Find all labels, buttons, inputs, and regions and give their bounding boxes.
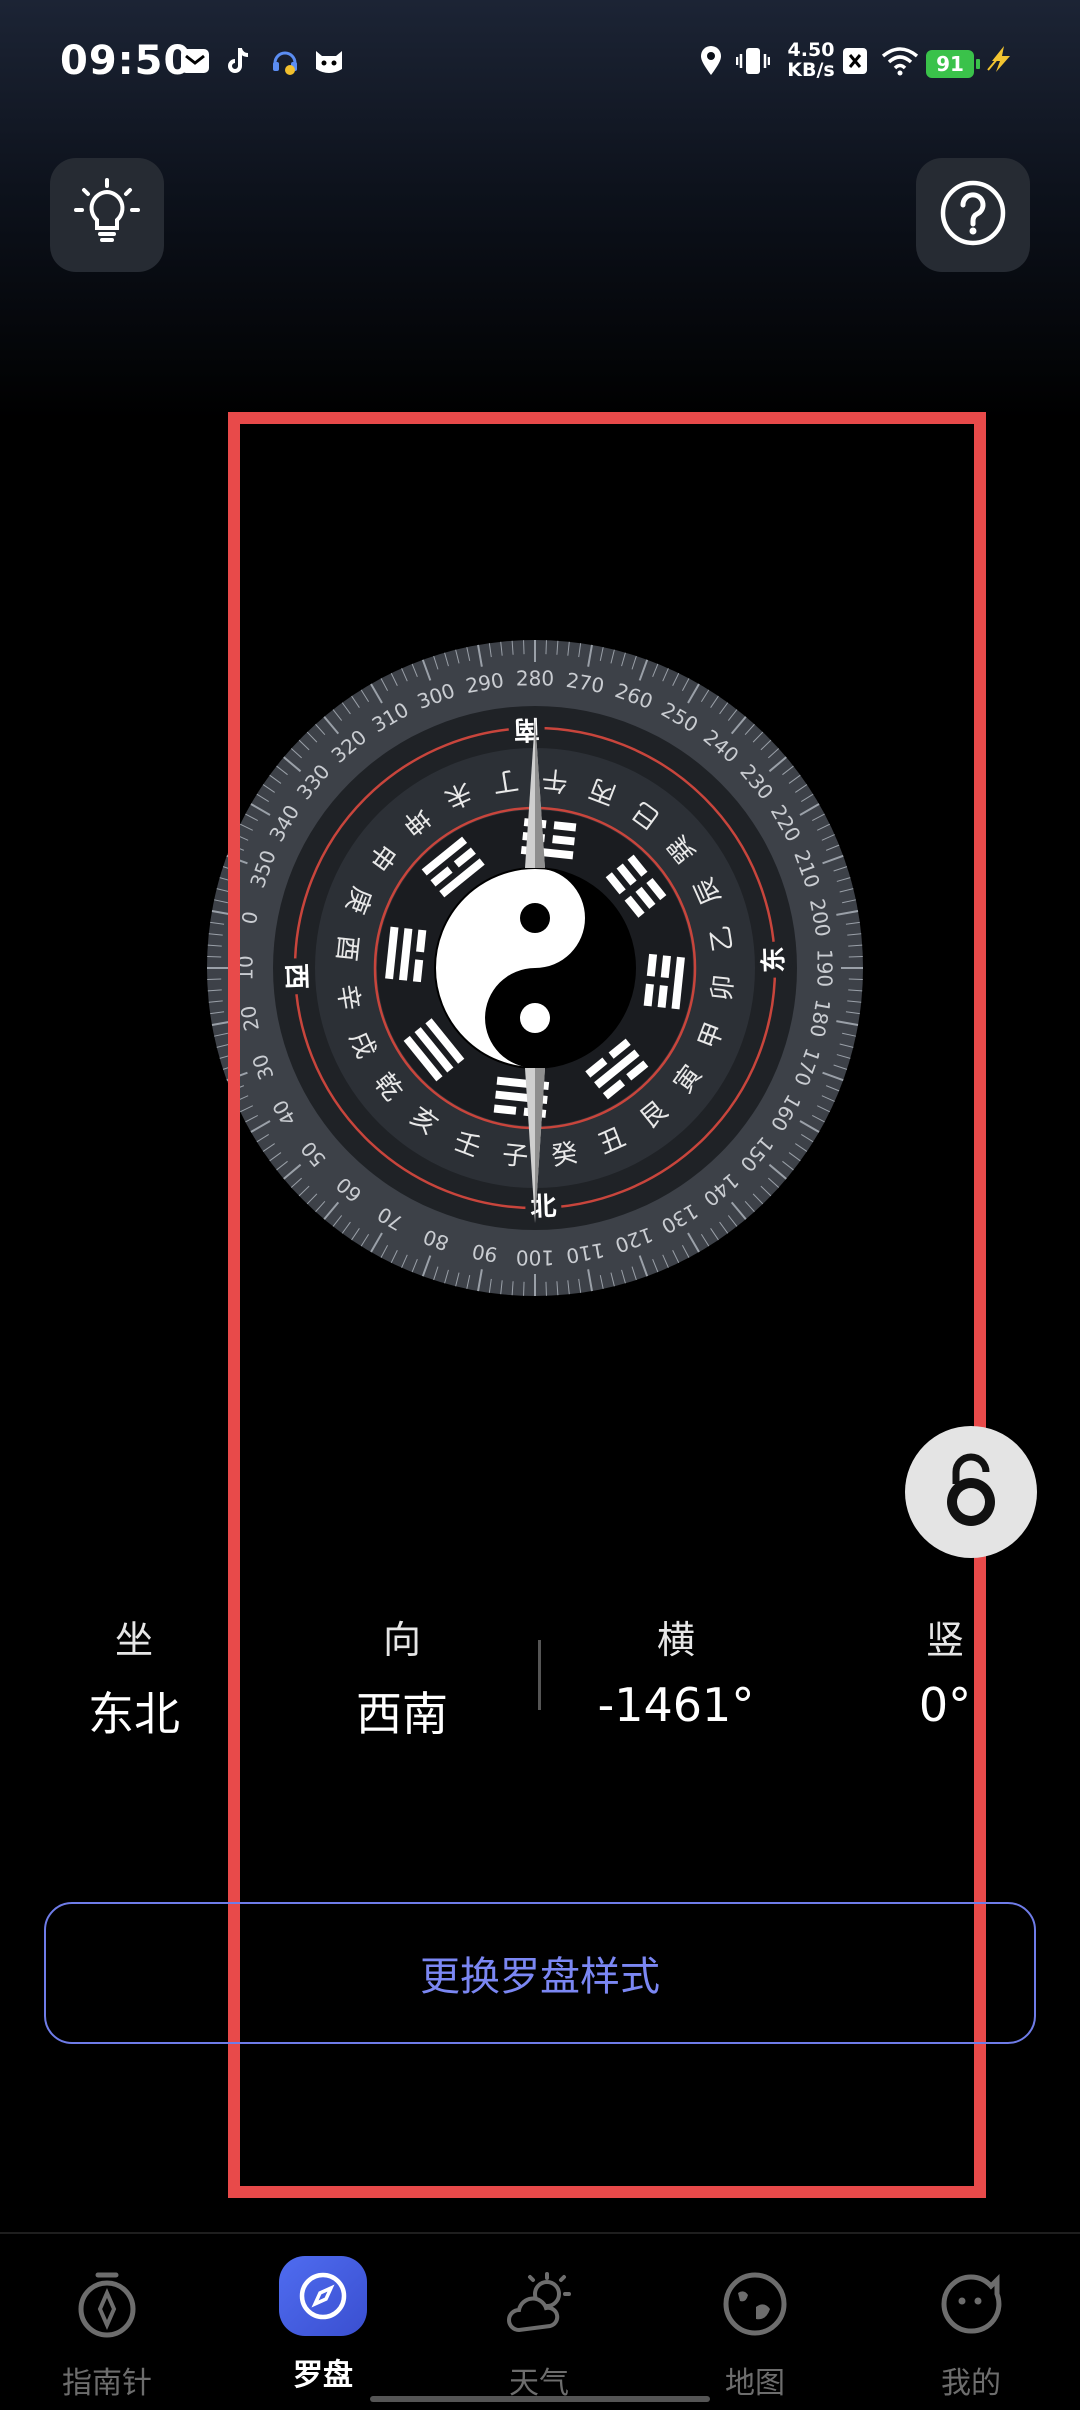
sim-off-icon	[838, 44, 872, 78]
weather-icon	[499, 2264, 579, 2344]
change-compass-style-button[interactable]: 更换罗盘样式	[44, 1902, 1036, 2044]
help-icon	[939, 179, 1007, 251]
mountain-label: 酉	[330, 934, 363, 963]
headset-icon	[268, 44, 302, 78]
reading-horizontal: 横 -1461°	[576, 1610, 776, 1732]
map-icon	[715, 2264, 795, 2344]
reading-value: 东北	[34, 1678, 234, 1744]
cat-app-icon	[312, 44, 346, 78]
reading-value: -1461°	[576, 1678, 776, 1732]
nav-item-weather[interactable]: 天气	[464, 2264, 614, 2402]
nav-item-map[interactable]: 地图	[680, 2264, 830, 2402]
status-bar: 09:50 4.50 KB/s 91	[0, 0, 1080, 130]
reading-label: 向	[302, 1610, 502, 1670]
cardinal-label: 西	[280, 963, 311, 990]
bottom-nav: 指南针 罗盘 天气 地图 我的	[0, 2232, 1080, 2410]
mountain-label: 丁	[490, 764, 520, 798]
reading-divider	[538, 1640, 541, 1710]
unlock-icon	[936, 1450, 1006, 1534]
net-speed-value: 4.50	[780, 40, 842, 60]
reading-label: 横	[576, 1610, 776, 1670]
luopan-compass: 0102030405060708090100110120130140150160…	[205, 638, 865, 1298]
degree-label: 280	[516, 667, 554, 691]
degree-label: 190	[813, 949, 837, 987]
compass-icon	[279, 2256, 367, 2336]
nav-item-profile[interactable]: 我的	[896, 2264, 1046, 2402]
network-speed: 4.50 KB/s	[780, 40, 842, 80]
net-speed-unit: KB/s	[780, 60, 842, 80]
lightbulb-icon	[74, 178, 140, 252]
location-icon	[694, 44, 728, 78]
reading-value: 0°	[845, 1678, 1045, 1732]
degree-label: 100	[516, 1246, 554, 1270]
mountain-label: 卯	[707, 973, 740, 1002]
tiktok-icon	[222, 44, 256, 78]
nav-label: 罗盘	[248, 2350, 398, 2394]
help-button[interactable]	[916, 158, 1030, 272]
compass-needle-icon	[67, 2264, 147, 2344]
status-time: 09:50	[60, 38, 192, 84]
degree-label: 90	[470, 1239, 499, 1267]
vibrate-icon	[736, 44, 770, 78]
nav-item-luopan[interactable]: 罗盘	[248, 2264, 398, 2394]
yin-yang-symbol	[435, 868, 635, 1068]
mountain-label: 子	[501, 1140, 530, 1173]
flashlight-button[interactable]	[50, 158, 164, 272]
degree-label: 20	[236, 1004, 264, 1033]
degree-label: 10	[234, 955, 258, 980]
reading-value: 西南	[302, 1678, 502, 1744]
home-indicator	[370, 2396, 710, 2402]
nav-item-compass-needle[interactable]: 指南针	[32, 2264, 182, 2402]
reading-sit: 坐 东北	[34, 1610, 234, 1744]
nav-label: 我的	[896, 2358, 1046, 2402]
lock-button[interactable]	[905, 1426, 1037, 1558]
mountain-label: 辛	[331, 982, 365, 1012]
charging-icon	[986, 44, 1016, 82]
mountain-label: 癸	[549, 1138, 579, 1172]
change-style-label: 更换罗盘样式	[420, 1944, 660, 2002]
wifi-icon	[880, 44, 920, 78]
reading-facing: 向 西南	[302, 1610, 502, 1744]
cardinal-label: 东	[758, 946, 790, 973]
mail-icon	[178, 44, 212, 78]
nav-label: 指南针	[32, 2358, 182, 2402]
reading-label: 竖	[845, 1610, 1045, 1670]
reading-label: 坐	[34, 1610, 234, 1670]
mountain-label: 乙	[705, 923, 739, 953]
profile-icon	[931, 2264, 1011, 2344]
battery-indicator: 91	[926, 50, 974, 78]
reading-vertical: 竖 0°	[845, 1610, 1045, 1732]
mountain-label: 午	[540, 763, 569, 796]
